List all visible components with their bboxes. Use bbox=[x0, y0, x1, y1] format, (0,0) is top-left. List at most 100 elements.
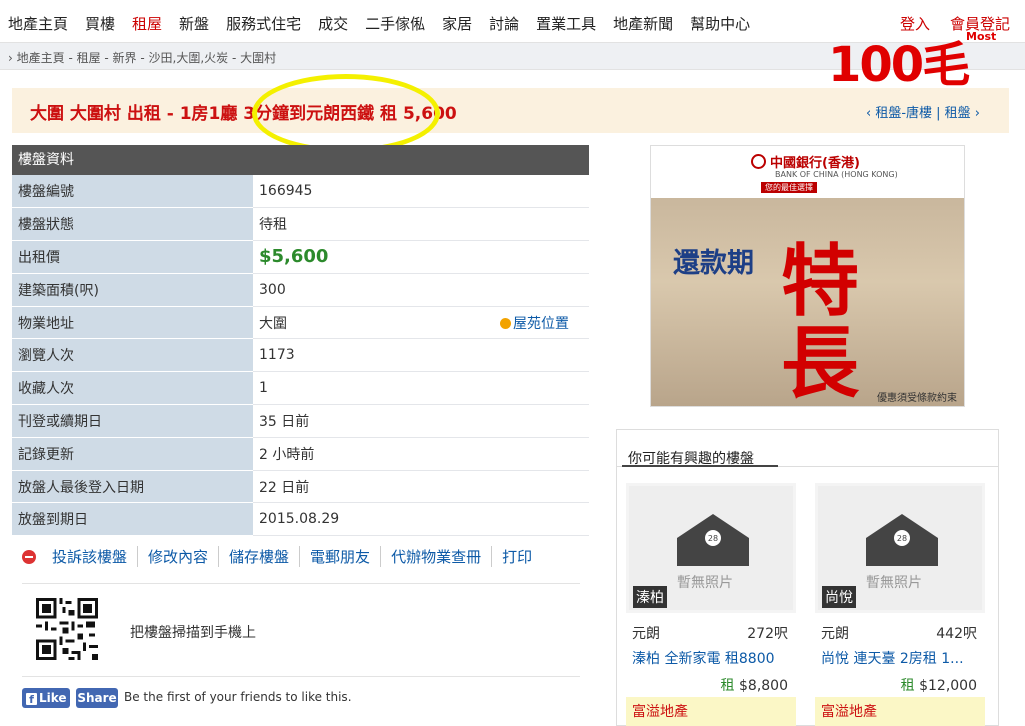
email-friend-link[interactable]: 電郵朋友 bbox=[300, 546, 382, 567]
info-table: 樓盤編號 166945 樓盤狀態 待租 出租價 $5,600 建築面積(呎) 300 物… bbox=[12, 175, 589, 537]
listing-actions: 投訴該樓盤 修改內容 儲存樓盤 電郵朋友 代辦物業查冊 打印 bbox=[22, 546, 542, 567]
divider bbox=[22, 676, 580, 677]
row-key: 收藏人次 bbox=[12, 371, 253, 406]
estate-location-link[interactable]: 屋苑位置 bbox=[500, 313, 569, 333]
table-row: 出租價 $5,600 bbox=[12, 240, 589, 274]
listing-info: 元朗 272呎 溱柏 全新家電 租8800 租 $8,800 富溢地產 bbox=[626, 613, 796, 726]
category-links[interactable]: ‹ 租盤-唐樓 | 租盤 › bbox=[866, 102, 980, 121]
listing-name-link[interactable]: 尚悅 連天臺 2房租 1... bbox=[821, 648, 981, 668]
address-cell: 大圍 屋苑位置 bbox=[253, 306, 589, 340]
ad-bank-name: 中國銀行(香港) bbox=[751, 152, 860, 171]
nav-news[interactable]: 地產新聞 bbox=[613, 13, 673, 34]
price-value: $12,000 bbox=[919, 678, 977, 694]
row-value: 300 bbox=[253, 273, 589, 307]
nav-forum[interactable]: 討論 bbox=[489, 13, 519, 34]
agent-name[interactable]: 富溢地產 bbox=[626, 697, 796, 726]
row-value: 2015.08.29 bbox=[253, 502, 589, 537]
report-listing-link[interactable]: 投訴該樓盤 bbox=[42, 546, 139, 567]
listing-title: 大圍 大圍村 出租 - 1房1廳 3分鐘到元朗西鐵 租 5,600 bbox=[30, 104, 457, 124]
qr-caption: 把樓盤掃描到手機上 bbox=[130, 625, 256, 641]
main-menu: 地產主頁 買樓 租屋 新盤 服務式住宅 成交 二手傢俬 家居 討論 置業工具 地… bbox=[8, 13, 767, 34]
bank-advertisement[interactable]: 中國銀行(香港) BANK OF CHINA (HONG KONG) 您的最佳選… bbox=[650, 145, 965, 407]
table-row: 物業地址 大圍 屋苑位置 bbox=[12, 306, 589, 340]
listing-tag: 溱柏 bbox=[633, 586, 667, 608]
facebook-share-button[interactable]: Share bbox=[76, 688, 118, 708]
nav-rent[interactable]: 租屋 bbox=[132, 13, 162, 34]
title-underline bbox=[622, 465, 778, 467]
row-value: 22 日前 bbox=[253, 470, 589, 504]
row-key: 瀏覽人次 bbox=[12, 338, 253, 373]
ad-bank-english: BANK OF CHINA (HONG KONG) bbox=[775, 170, 898, 179]
login-link[interactable]: 登入 bbox=[900, 13, 930, 34]
nav-transactions[interactable]: 成交 bbox=[318, 13, 348, 34]
no-photo-label: 暫無照片 bbox=[866, 575, 922, 591]
edit-listing-link[interactable]: 修改內容 bbox=[138, 546, 220, 567]
location-pin-icon bbox=[500, 317, 511, 329]
nav-buy[interactable]: 買樓 bbox=[85, 13, 115, 34]
row-key: 刊登或續期日 bbox=[12, 404, 253, 438]
svg-text:28: 28 bbox=[897, 534, 907, 543]
listing-tag: 尚悅 bbox=[822, 586, 856, 608]
qr-code bbox=[36, 598, 98, 660]
no-photo-house-icon: 28 bbox=[866, 514, 938, 566]
svg-text:28: 28 bbox=[708, 534, 718, 543]
row-key: 放盤到期日 bbox=[12, 502, 253, 537]
page: 地產主頁 買樓 租屋 新盤 服務式住宅 成交 二手傢俬 家居 討論 置業工具 地… bbox=[0, 0, 1025, 726]
table-row: 樓盤狀態 待租 bbox=[12, 207, 589, 242]
divider bbox=[22, 583, 580, 584]
nav-new[interactable]: 新盤 bbox=[179, 13, 209, 34]
nav-serviced[interactable]: 服務式住宅 bbox=[226, 13, 301, 34]
listing-area: 元朗 bbox=[632, 626, 660, 642]
row-key: 記錄更新 bbox=[12, 437, 253, 471]
table-row: 刊登或續期日 35 日前 bbox=[12, 404, 589, 438]
agent-name[interactable]: 富溢地產 bbox=[815, 697, 985, 726]
breadcrumb-path[interactable]: 地產主頁 - 租屋 - 新界 - 沙田,大圍,火炭 - 大圍村 bbox=[17, 51, 276, 65]
rent-label: 租 bbox=[900, 678, 915, 694]
row-value: 166945 bbox=[253, 175, 589, 209]
table-row: 記錄更新 2 小時前 bbox=[12, 437, 589, 471]
table-row: 瀏覽人次 1173 bbox=[12, 338, 589, 373]
report-icon bbox=[22, 549, 36, 564]
table-row: 樓盤編號 166945 bbox=[12, 175, 589, 209]
table-row: 建築面積(呎) 300 bbox=[12, 273, 589, 307]
breadcrumb[interactable]: › 地產主頁 - 租屋 - 新界 - 沙田,大圍,火炭 - 大圍村 bbox=[8, 49, 276, 66]
estate-location-label[interactable]: 屋苑位置 bbox=[513, 316, 569, 332]
row-value: 1 bbox=[253, 371, 589, 406]
save-listing-link[interactable]: 儲存樓盤 bbox=[219, 546, 301, 567]
listing-price: 租 $12,000 bbox=[901, 675, 977, 695]
address-value: 大圍 bbox=[259, 315, 287, 332]
row-key: 樓盤狀態 bbox=[12, 207, 253, 242]
price-value: $8,800 bbox=[739, 678, 788, 694]
ad-disclaimer: 優惠須受條款約束 bbox=[877, 393, 957, 404]
listing-size: 442呎 bbox=[936, 626, 977, 642]
ad-slogan-2: 特長 bbox=[781, 237, 860, 407]
row-key: 建築面積(呎) bbox=[12, 273, 253, 307]
nav-tools[interactable]: 置業工具 bbox=[536, 13, 596, 34]
no-photo-house-icon: 28 bbox=[677, 514, 749, 566]
print-link[interactable]: 打印 bbox=[492, 546, 542, 567]
row-key: 出租價 bbox=[12, 240, 253, 274]
facebook-like-text: Be the first of your friends to like thi… bbox=[124, 690, 352, 704]
logo-100: 100毛 bbox=[828, 37, 970, 93]
listing-size: 272呎 bbox=[747, 626, 788, 642]
nav-home-deco[interactable]: 家居 bbox=[442, 13, 472, 34]
facebook-icon: f bbox=[26, 693, 37, 706]
listing-thumbnail[interactable]: 28 暫無照片 尚悅 bbox=[815, 483, 985, 613]
table-row: 放盤人最後登入日期 22 日前 bbox=[12, 470, 589, 504]
row-value: 1173 bbox=[253, 338, 589, 373]
row-value: 待租 bbox=[253, 207, 589, 242]
listing-thumbnail[interactable]: 28 暫無照片 溱柏 bbox=[626, 483, 796, 613]
ad-sub-tag: 您的最佳選擇 bbox=[761, 182, 817, 193]
row-value: 2 小時前 bbox=[253, 437, 589, 471]
rent-price-cell: $5,600 bbox=[253, 240, 589, 274]
nav-help[interactable]: 幫助中心 bbox=[690, 13, 750, 34]
property-search-link[interactable]: 代辦物業查冊 bbox=[381, 546, 493, 567]
nav-furniture[interactable]: 二手傢俬 bbox=[365, 13, 425, 34]
facebook-like-button[interactable]: f Like bbox=[22, 688, 70, 708]
nav-home[interactable]: 地產主頁 bbox=[8, 13, 68, 34]
listing-name-link[interactable]: 溱柏 全新家電 租8800 bbox=[632, 648, 792, 668]
row-key: 樓盤編號 bbox=[12, 175, 253, 209]
listing-area: 元朗 bbox=[821, 626, 849, 642]
row-key: 物業地址 bbox=[12, 306, 253, 340]
like-label: Like bbox=[39, 691, 67, 705]
